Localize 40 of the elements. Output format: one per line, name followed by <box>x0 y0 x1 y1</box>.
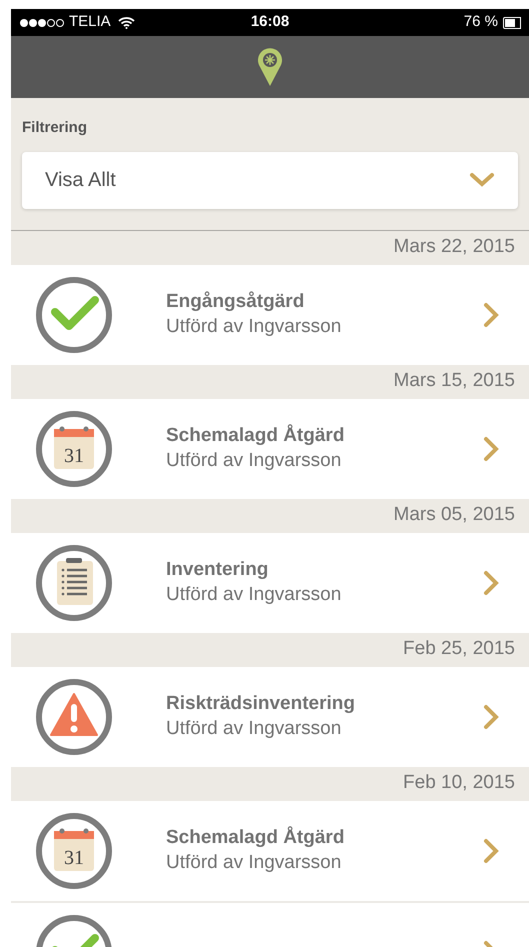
carrier-name: TELIA <box>69 12 111 32</box>
list-row[interactable]: 31 Schemalagd Åtgärd Utförd av Ingvarsson <box>11 800 529 900</box>
date-header: Mars 15, 2015 <box>394 369 515 394</box>
chevron-right-icon <box>483 302 499 328</box>
row-title: Riskträdsinventering <box>166 692 355 716</box>
row-title: Engångsåtgärd <box>166 290 306 314</box>
date-header: Mars 22, 2015 <box>394 235 515 260</box>
clipboard-icon <box>36 544 112 620</box>
chevron-right-icon <box>483 570 499 596</box>
battery-icon <box>503 16 521 28</box>
row-title: Schemalagd Åtgärd <box>166 424 344 448</box>
date-header: Feb 10, 2015 <box>403 771 515 796</box>
filter-dropdown[interactable]: Visa Allt <box>22 152 518 208</box>
row-subtitle: Utförd av Ingvarsson <box>166 716 342 740</box>
row-subtitle: Utförd av Ingvarsson <box>166 582 342 606</box>
list-row[interactable]: Riskträdsinventering Utförd av Ingvarsson <box>11 666 529 766</box>
row-subtitle: Utförd av Ingvarsson <box>166 314 342 338</box>
calendar-icon: 31 <box>36 812 112 888</box>
chevron-right-icon <box>483 436 499 462</box>
row-title: Schemalagd Åtgärd <box>166 826 344 850</box>
row-title: Inventering <box>166 558 270 582</box>
chevron-right-icon <box>483 704 499 730</box>
list-row[interactable]: Inventering Utförd av Ingvarsson <box>11 532 529 632</box>
chevron-right-icon <box>483 838 499 864</box>
clock-time: 16:08 <box>250 12 290 32</box>
checkmark-icon <box>36 276 112 352</box>
date-header: Mars 05, 2015 <box>394 503 515 528</box>
chevron-down-icon <box>469 172 495 188</box>
row-subtitle: Utförd av Ingvarsson <box>166 850 342 874</box>
map-pin-icon <box>257 47 283 87</box>
wifi-icon <box>118 16 135 29</box>
filter-label: Filtrering <box>22 118 88 138</box>
row-subtitle: Utförd av Ingvarsson <box>166 448 342 472</box>
list-row[interactable]: Engångsåtgärd Utförd av Ingvarsson <box>11 264 529 364</box>
warning-icon <box>36 678 112 754</box>
signal-icon <box>19 18 65 28</box>
date-header: Feb 25, 2015 <box>403 637 515 662</box>
list-row[interactable]: 31 Schemalagd Åtgärd Utförd av Ingvarsson <box>11 398 529 498</box>
calendar-icon: 31 <box>36 410 112 486</box>
battery-percent: 76 % <box>464 12 498 32</box>
